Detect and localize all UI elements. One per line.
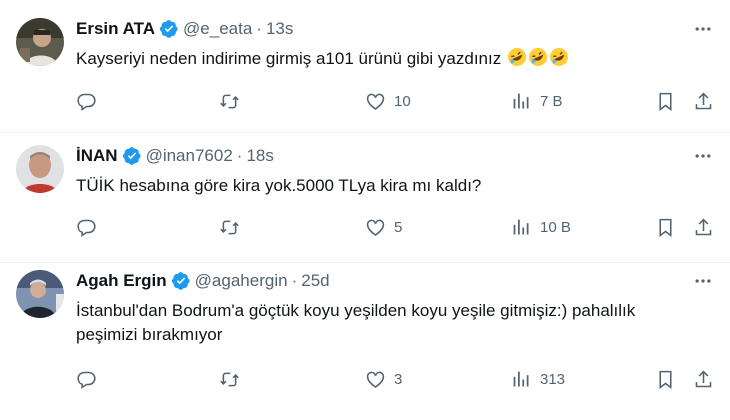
tweet-header: Agah Ergin @agahergin · 25d xyxy=(76,269,330,293)
avatar[interactable] xyxy=(16,18,64,66)
author-name[interactable]: Ersin ATA xyxy=(76,19,155,39)
bookmark-icon xyxy=(659,218,672,237)
separator: · xyxy=(256,19,262,38)
tweet-inan[interactable]: İNAN @inan7602 · 18s TÜİK hesabına göre … xyxy=(0,133,730,261)
views-count: 10 B xyxy=(540,218,571,236)
share-button[interactable] xyxy=(693,213,714,241)
views-icon xyxy=(513,93,529,108)
tweet-text-content: Kayseriyi neden indirime girmiş a101 ürü… xyxy=(76,49,502,68)
share-icon xyxy=(695,370,712,387)
avatar[interactable] xyxy=(16,145,64,193)
tweet-header: Ersin ATA @e_eata · 13s xyxy=(76,17,293,41)
like-count: 3 xyxy=(394,370,403,388)
views-button[interactable]: 10 B xyxy=(511,213,571,241)
views-button[interactable]: 313 xyxy=(511,365,565,393)
share-button[interactable] xyxy=(693,365,714,393)
views-count: 7 B xyxy=(540,92,563,110)
verified-badge-icon xyxy=(159,19,179,39)
timestamp[interactable]: 13s xyxy=(266,19,293,39)
bookmark-icon xyxy=(659,370,672,389)
reply-icon xyxy=(77,93,96,111)
like-icon xyxy=(366,371,385,388)
repost-icon xyxy=(220,372,239,386)
rolling-laughing-emoji-icon xyxy=(549,48,568,66)
like-count: 5 xyxy=(394,218,403,236)
bookmark-icon xyxy=(659,92,672,111)
more-icon[interactable] xyxy=(692,270,714,292)
action-bar: 10 7 B xyxy=(0,87,730,115)
like-button[interactable]: 3 xyxy=(365,365,402,393)
separator: · xyxy=(236,146,243,165)
bookmark-button[interactable] xyxy=(655,365,676,393)
reply-icon xyxy=(77,219,96,237)
share-icon xyxy=(695,218,712,235)
views-button[interactable]: 7 B xyxy=(511,87,563,115)
bookmark-button[interactable] xyxy=(655,213,676,241)
repost-button[interactable] xyxy=(219,365,248,393)
action-bar: 5 10 B xyxy=(0,213,730,241)
repost-button[interactable] xyxy=(219,213,248,241)
share-button[interactable] xyxy=(693,87,714,115)
like-icon xyxy=(366,219,385,236)
rolling-laughing-emoji-icon xyxy=(528,48,547,66)
author-handle[interactable]: @e_eata xyxy=(183,19,252,39)
more-icon[interactable] xyxy=(692,18,714,40)
reply-button[interactable] xyxy=(76,87,105,115)
more-icon[interactable] xyxy=(692,145,714,167)
reply-button[interactable] xyxy=(76,365,105,393)
timestamp[interactable]: 18s xyxy=(246,146,273,166)
rolling-laughing-emoji-icon xyxy=(507,48,526,66)
repost-icon xyxy=(220,220,239,234)
like-count: 10 xyxy=(394,92,411,110)
tweet-text: TÜİK hesabına göre kira yok.5000 TLya ki… xyxy=(76,176,482,195)
views-icon xyxy=(513,371,529,386)
views-icon xyxy=(513,219,529,234)
author-name[interactable]: İNAN xyxy=(76,146,118,166)
bookmark-button[interactable] xyxy=(655,87,676,115)
timestamp[interactable]: 25d xyxy=(301,271,329,291)
tweet-text: Kayseriyi neden indirime girmiş a101 ürü… xyxy=(76,47,706,71)
verified-badge-icon xyxy=(171,271,191,291)
separator: · xyxy=(291,271,298,290)
tweet-ersin-ata[interactable]: Ersin ATA @e_eata · 13s Kayseriyi neden … xyxy=(0,0,730,132)
reply-button[interactable] xyxy=(76,213,105,241)
emoji-group xyxy=(506,48,569,68)
share-icon xyxy=(695,92,712,109)
repost-button[interactable] xyxy=(219,87,248,115)
like-button[interactable]: 5 xyxy=(365,213,402,241)
tweet-text-line: İstanbul'dan Bodrum'a göçtük koyu yeşild… xyxy=(76,301,636,320)
author-handle[interactable]: @inan7602 xyxy=(146,146,233,166)
repost-icon xyxy=(220,94,239,108)
author-name[interactable]: Agah Ergin xyxy=(76,271,167,291)
author-handle[interactable]: @agahergin xyxy=(195,271,288,291)
views-count: 313 xyxy=(540,370,566,388)
action-bar: 3 313 xyxy=(0,365,730,393)
verified-badge-icon xyxy=(122,146,142,166)
tweet-header: İNAN @inan7602 · 18s xyxy=(76,144,274,168)
tweet-agah-ergin[interactable]: Agah Ergin @agahergin · 25d İstanbul'dan… xyxy=(0,263,730,420)
like-icon xyxy=(366,93,385,110)
tweet-text: İstanbul'dan Bodrum'a göçtük koyu yeşild… xyxy=(76,299,706,347)
avatar[interactable] xyxy=(16,270,64,318)
like-button[interactable]: 10 xyxy=(365,87,411,115)
tweet-text-line: peşimizi bırakmıyor xyxy=(76,325,223,344)
reply-icon xyxy=(77,371,96,389)
